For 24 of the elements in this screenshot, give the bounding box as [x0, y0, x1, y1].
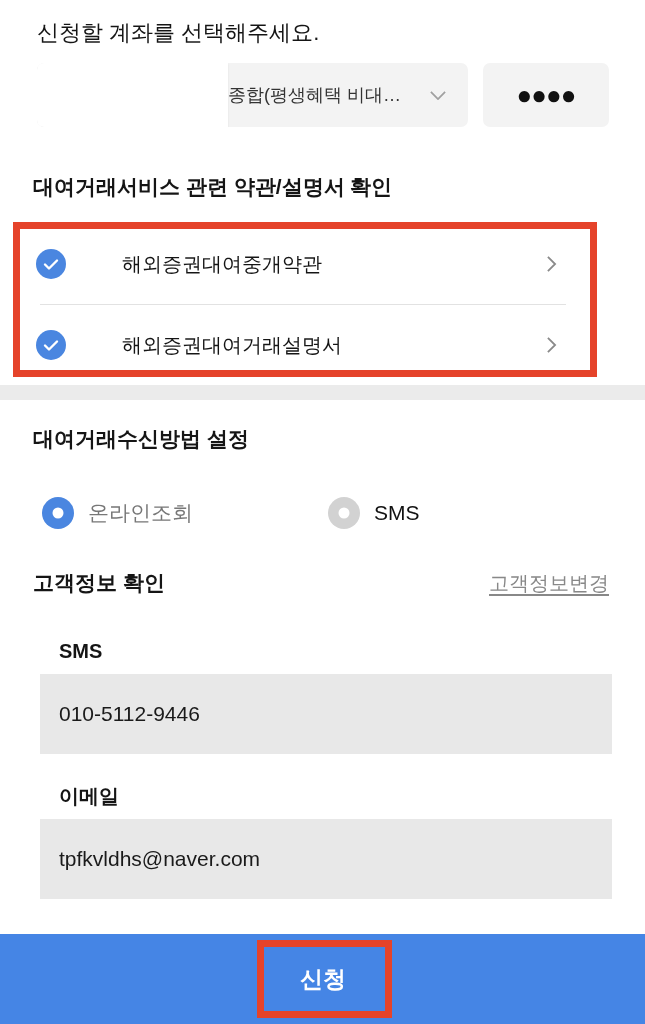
- field-label: SMS: [58, 639, 104, 664]
- chevron-right-icon: [546, 336, 557, 354]
- check-circle-icon[interactable]: [36, 249, 66, 279]
- chevron-right-icon: [546, 255, 557, 273]
- input-field[interactable]: tpfkvldhs@naver.com: [40, 819, 612, 899]
- radio-icon[interactable]: [328, 497, 360, 529]
- section-title: 대여거래수신방법 설정: [33, 426, 250, 452]
- field-label: 이메일: [58, 784, 120, 809]
- submit-button[interactable]: 신청: [0, 934, 645, 1024]
- chevron-down-icon: [430, 90, 446, 100]
- account-select[interactable]: 종합(평생혜택 비대…: [37, 63, 468, 127]
- terms-item[interactable]: 해외증권대여중개약관: [0, 224, 645, 304]
- radio-icon[interactable]: [42, 497, 74, 529]
- section-title: 고객정보 확인: [33, 570, 165, 596]
- account-name: 종합(평생혜택 비대…: [228, 84, 402, 107]
- radio-option[interactable]: 온라인조회: [42, 493, 328, 533]
- password-field[interactable]: ●●●●: [483, 63, 609, 127]
- change-info-link[interactable]: 고객정보변경: [489, 569, 609, 597]
- check-circle-icon[interactable]: [36, 330, 66, 360]
- section-title: 대여거래서비스 관련 약관/설명서 확인: [33, 174, 394, 200]
- input-field[interactable]: 010-5112-9446: [40, 674, 612, 754]
- section-title: 신청할 계좌를 선택해주세요.: [37, 19, 321, 47]
- terms-item[interactable]: 해외증권대여거래설명서: [0, 305, 645, 385]
- radio-option[interactable]: SMS: [328, 493, 614, 533]
